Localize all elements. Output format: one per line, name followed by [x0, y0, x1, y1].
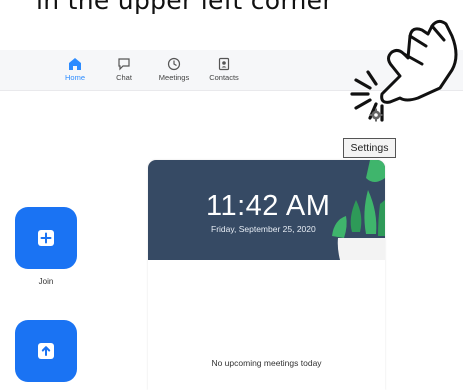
nav-home[interactable]: Home	[50, 57, 100, 82]
nav-meetings[interactable]: Meetings	[149, 57, 199, 82]
share-screen-icon	[38, 343, 54, 359]
nav-meetings-label: Meetings	[158, 73, 190, 82]
home-icon	[69, 58, 81, 70]
chat-icon	[118, 58, 130, 71]
join-button[interactable]	[15, 207, 77, 269]
nav-home-label: Home	[64, 73, 85, 82]
join-label: Join	[38, 277, 54, 286]
nav-contacts[interactable]: Contacts	[199, 57, 249, 82]
share-screen-button[interactable]	[15, 320, 77, 382]
contacts-icon	[218, 57, 230, 71]
card-header: 11:42 AM Friday, September 25, 2020	[148, 160, 385, 260]
pointing-hand-icon	[350, 19, 458, 122]
nav-chat[interactable]: Chat	[99, 57, 149, 82]
nav-contacts-label: Contacts	[209, 73, 239, 82]
plus-icon	[38, 230, 54, 246]
clock-icon	[167, 57, 181, 71]
instruction-caption: in the upper left corner	[36, 0, 333, 15]
settings-tooltip: Settings	[343, 138, 396, 158]
clock-time: 11:42 AM	[206, 190, 331, 222]
no-meetings-message: No upcoming meetings today	[211, 358, 322, 368]
current-date: Friday, September 25, 2020	[211, 224, 316, 234]
nav-chat-label: Chat	[116, 73, 132, 82]
gear-icon[interactable]	[369, 108, 383, 122]
upcoming-meetings-card: 11:42 AM Friday, September 25, 2020 No u…	[148, 160, 385, 390]
